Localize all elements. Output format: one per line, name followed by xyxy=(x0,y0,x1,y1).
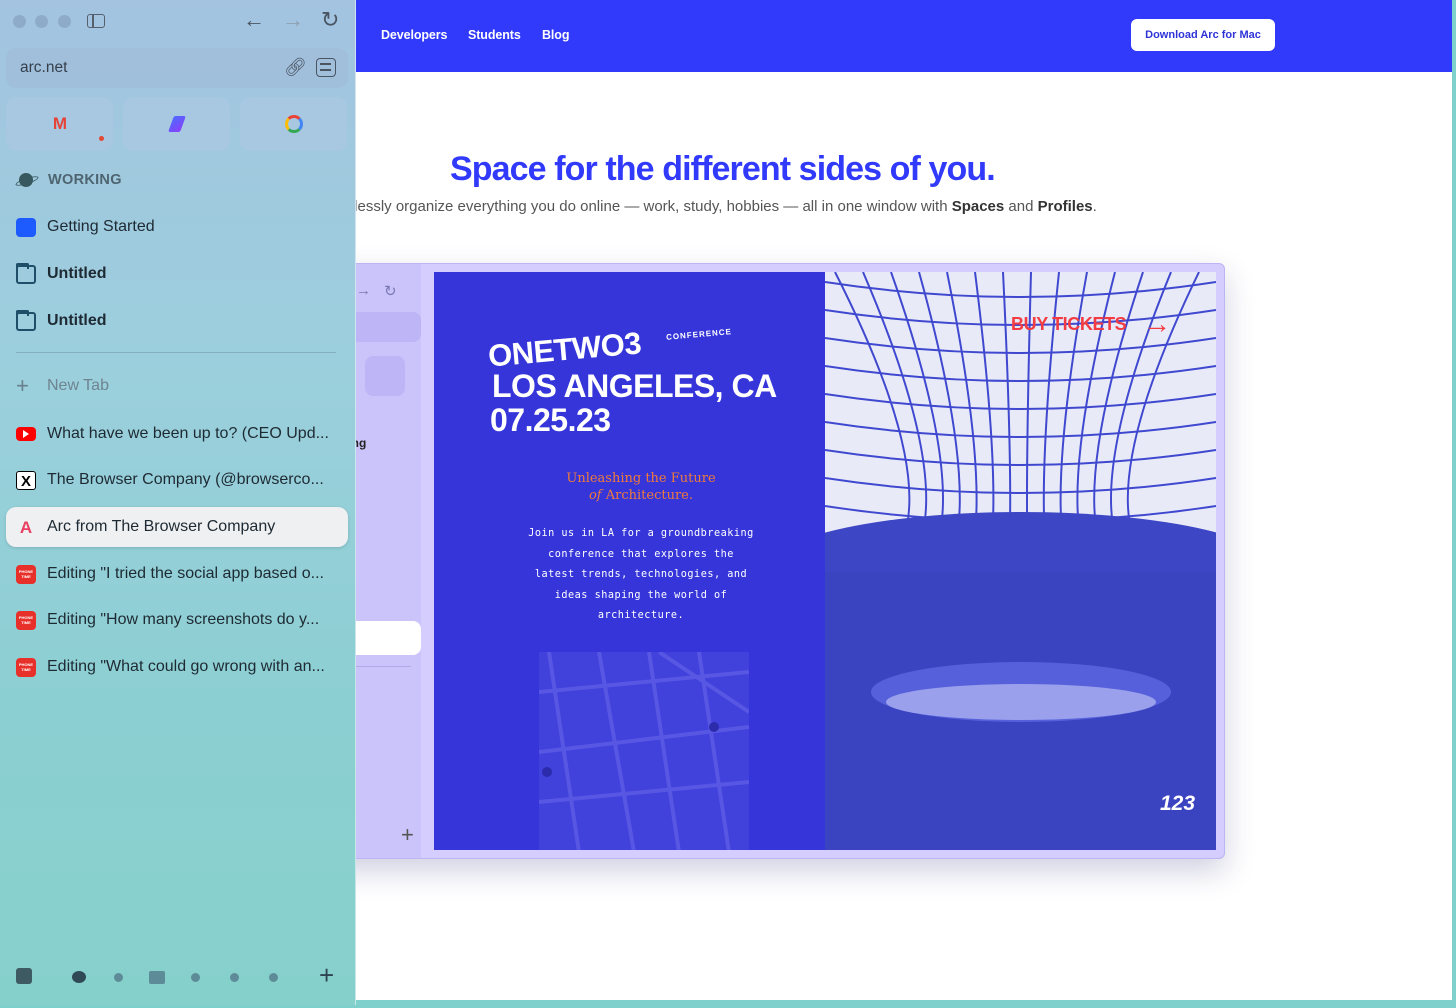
browser-mockup: ← → ↻ ning 25 + ONETWO3 CONFERENCE LOS A… xyxy=(330,263,1225,859)
poster-left: ONETWO3 CONFERENCE LOS ANGELES, CA 07.25… xyxy=(434,272,825,850)
space-folder-icon[interactable] xyxy=(149,971,165,984)
tab-item[interactable]: Editing "I tried the social app based o.… xyxy=(6,554,348,594)
map-illustration xyxy=(539,652,749,850)
pinned-divider xyxy=(16,352,336,353)
site-nav: Developers Students Blog Download Arc fo… xyxy=(330,0,1452,72)
nav-link-students[interactable]: Students xyxy=(468,28,521,42)
poster-right: BUY TICKETS → 123 xyxy=(825,272,1216,850)
tab-label: What have we been up to? (CEO Upd... xyxy=(47,425,329,442)
folder-icon xyxy=(16,263,36,284)
pinned-item-label: Getting Started xyxy=(47,218,155,235)
web-content: Developers Students Blog Download Arc fo… xyxy=(330,0,1452,1000)
phonetime-icon xyxy=(16,565,36,584)
pinned-folder-untitled[interactable]: Untitled xyxy=(6,301,348,341)
space-label: WORKING xyxy=(48,172,122,188)
buy-tickets-link: BUY TICKETS xyxy=(1011,314,1127,334)
mock-reload-icon: ↻ xyxy=(384,283,397,300)
poster-brand-tag: CONFERENCE xyxy=(665,327,733,342)
nav-link-developers[interactable]: Developers xyxy=(381,28,448,42)
tab-label: Editing "I tried the social app based o.… xyxy=(47,565,324,582)
tab-item-selected[interactable]: A Arc from The Browser Company xyxy=(6,507,348,547)
archive-icon[interactable] xyxy=(16,968,32,984)
mock-forward-icon: → xyxy=(356,282,371,299)
x-icon: X xyxy=(16,471,36,490)
nav-link-blog[interactable]: Blog xyxy=(542,28,569,42)
space-dot-icon[interactable] xyxy=(114,973,123,982)
poster-date: 07.25.23 xyxy=(490,402,611,438)
reload-icon[interactable]: ↻ xyxy=(321,9,339,31)
url-text: arc.net xyxy=(20,59,68,76)
download-button[interactable]: Download Arc for Mac xyxy=(1131,19,1275,51)
pinned-item-getting-started[interactable]: Getting Started xyxy=(6,207,348,247)
new-tab-button[interactable]: + New Tab xyxy=(16,373,109,398)
forward-arrow-icon[interactable]: → xyxy=(282,9,304,31)
blue-square-icon xyxy=(16,218,36,237)
mock-plus-icon: + xyxy=(401,822,414,847)
arc-sidebar: ← → ↻ arc.net 🔗︎ M WORKING Getting Start… xyxy=(0,0,356,1005)
tab-item[interactable]: X The Browser Company (@browserco... xyxy=(6,460,348,500)
pinned-item-label: Untitled xyxy=(47,312,107,329)
favorite-gmail[interactable]: M xyxy=(6,97,113,151)
nav-wave-edge xyxy=(330,64,1452,72)
google-icon xyxy=(284,115,303,133)
window-minimize-button[interactable] xyxy=(35,15,48,28)
space-planet-icon[interactable] xyxy=(72,971,86,983)
mock-favorite xyxy=(365,356,405,396)
plus-icon: + xyxy=(16,373,29,398)
tab-label: Editing "What could go wrong with an... xyxy=(47,658,325,675)
hero-subtitle: tlessly organize everything you do onlin… xyxy=(350,198,1097,215)
poster-tagline: Unleashing the Future of Architecture. xyxy=(566,471,716,503)
poster-city: LOS ANGELES, CA xyxy=(492,368,777,404)
pinned-item-label: Untitled xyxy=(47,265,107,282)
folder-icon xyxy=(16,310,36,331)
sidebar-toggle-icon[interactable] xyxy=(87,14,105,28)
architecture-photo xyxy=(825,272,1216,850)
space-dot-icon[interactable] xyxy=(191,973,200,982)
space-dot-icon[interactable] xyxy=(230,973,239,982)
phonetime-icon xyxy=(16,658,36,677)
tab-item[interactable]: What have we been up to? (CEO Upd... xyxy=(6,414,348,454)
phonetime-icon xyxy=(16,611,36,630)
poster-logo-number: 123 xyxy=(1160,792,1196,815)
pinned-folder-untitled[interactable]: Untitled xyxy=(6,254,348,294)
new-tab-label: New Tab xyxy=(47,377,109,394)
hero-title: Space for the different sides of you. xyxy=(450,150,996,188)
copy-link-icon[interactable]: 🔗︎ xyxy=(284,57,307,78)
space-header[interactable]: WORKING xyxy=(16,170,122,190)
arrow-right-icon: → xyxy=(1143,308,1171,339)
poster-description: Join us in LA for a groundbreaking confe… xyxy=(528,528,754,621)
site-settings-icon[interactable] xyxy=(316,58,336,77)
tab-item[interactable]: Editing "What could go wrong with an... xyxy=(6,647,348,687)
planet-icon xyxy=(16,170,36,190)
favorite-linear[interactable] xyxy=(123,97,230,151)
favorite-google[interactable] xyxy=(240,97,347,151)
sidebar-bottom-bar: + xyxy=(0,962,356,992)
back-arrow-icon[interactable]: ← xyxy=(243,9,265,31)
tab-label: Arc from The Browser Company xyxy=(47,518,276,535)
window-zoom-button[interactable] xyxy=(58,15,71,28)
new-space-plus-icon[interactable]: + xyxy=(319,962,334,988)
youtube-icon xyxy=(16,427,36,441)
window-close-button[interactable] xyxy=(13,15,26,28)
notification-dot xyxy=(99,136,104,141)
arc-icon: A xyxy=(19,518,33,537)
gmail-icon: M xyxy=(52,114,67,133)
tab-label: The Browser Company (@browserco... xyxy=(47,471,324,488)
tab-label: Editing "How many screenshots do y... xyxy=(47,611,320,628)
url-bar[interactable]: arc.net 🔗︎ xyxy=(6,48,348,88)
linear-icon xyxy=(167,116,186,132)
tab-item[interactable]: Editing "How many screenshots do y... xyxy=(6,600,348,640)
space-dot-icon[interactable] xyxy=(269,973,278,982)
